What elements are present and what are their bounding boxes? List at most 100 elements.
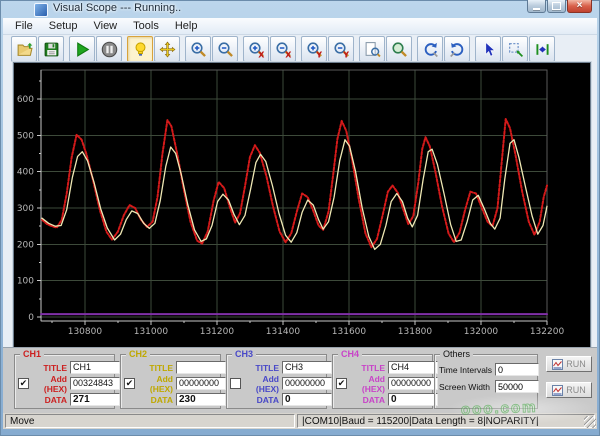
app-icon — [34, 3, 48, 17]
zoom-in-icon — [190, 41, 206, 57]
others-group-title: Others — [440, 349, 474, 359]
status-message: Move — [5, 414, 295, 428]
pause-icon — [101, 41, 117, 57]
channel-group-ch2: CH2 TITLE ✔ Add (HEX) 00000000 DATA 230 — [120, 349, 226, 409]
ch3-group-title: CH3 — [232, 349, 257, 359]
ch2-add-field[interactable]: 00000000 — [176, 377, 226, 390]
svg-text:100: 100 — [17, 277, 34, 287]
ch1-title-field[interactable]: CH1 — [70, 361, 120, 374]
resize-grip[interactable] — [584, 416, 596, 428]
play-icon — [76, 41, 89, 57]
ch3-data-field[interactable]: 0 — [282, 393, 332, 406]
svg-text:132000: 132000 — [464, 327, 499, 337]
run-buttons: RUN RUN — [546, 356, 594, 408]
menu-item-file[interactable]: File — [7, 19, 41, 33]
time-intervals-field[interactable] — [495, 363, 539, 376]
zoom-redo-icon — [449, 42, 463, 57]
zoom-in-button[interactable] — [185, 36, 211, 62]
close-button[interactable]: × — [567, 0, 592, 13]
ch4-add-checkbox[interactable]: ✔ — [336, 378, 347, 389]
channel-group-ch1: CH1 TITLE CH1 ✔ Add (HEX) 00324843 DATA 271 — [14, 349, 120, 409]
maximize-button[interactable] — [547, 0, 566, 13]
zoom-y-in-button[interactable]: Y — [301, 36, 327, 62]
zoom-redo-button[interactable] — [444, 36, 470, 62]
ch3-add-checkbox[interactable] — [230, 378, 241, 389]
ch1-data-field[interactable]: 271 — [70, 393, 120, 406]
ch3-title-field[interactable]: CH3 — [282, 361, 332, 374]
save-button[interactable] — [38, 36, 64, 62]
ch4-data-field[interactable]: 0 — [388, 393, 438, 406]
ch1-add-checkbox[interactable]: ✔ — [18, 378, 29, 389]
ch1-add-label: Add (HEX) — [43, 373, 67, 394]
maximize-icon — [552, 2, 561, 10]
run-icon — [552, 384, 564, 396]
select-region-button[interactable] — [502, 36, 528, 62]
channel-group-ch3: CH3 TITLE CH3 Add (HEX) 00000000 DATA 0 — [226, 349, 332, 409]
zoom-x-out-button[interactable]: X — [270, 36, 296, 62]
zoom-window-button[interactable] — [386, 36, 412, 62]
menu-item-view[interactable]: View — [85, 19, 125, 33]
ch2-title-field[interactable] — [176, 361, 226, 374]
titlebar[interactable]: Visual Scope --- Running.. × — [0, 0, 600, 18]
pointer-button[interactable] — [475, 36, 501, 62]
ch4-add-field[interactable]: 00000000 — [388, 377, 438, 390]
cursors-button[interactable] — [529, 36, 555, 62]
client-area: File Setup View Tools Help X X Y Y 130800 131000… — [3, 18, 597, 429]
svg-text:400: 400 — [17, 168, 34, 178]
channel-panels: CH1 TITLE CH1 ✔ Add (HEX) 00324843 DATA 271 CH2 T… — [3, 347, 597, 414]
close-icon: × — [576, 0, 583, 11]
ch3-data-label: DATA — [256, 394, 279, 405]
ch2-group-title: CH2 — [126, 349, 151, 359]
ch4-group-title: CH4 — [338, 349, 363, 359]
ch2-data-field[interactable]: 230 — [176, 393, 226, 406]
statusbar: Move |COM10|Baud = 115200|Data Length = … — [3, 413, 597, 429]
zoom-out-button[interactable] — [212, 36, 238, 62]
pause-button[interactable] — [96, 36, 122, 62]
ch2-add-checkbox[interactable]: ✔ — [124, 378, 135, 389]
menubar: File Setup View Tools Help — [3, 18, 597, 35]
svg-text:130800: 130800 — [68, 327, 103, 337]
svg-text:200: 200 — [17, 240, 34, 250]
run-button-1[interactable]: RUN — [546, 356, 592, 372]
cursors-icon — [535, 43, 549, 55]
menu-item-help[interactable]: Help — [167, 19, 206, 33]
visual-scope-window: Visual Scope --- Running.. × File Setup Vi… — [0, 0, 600, 436]
ch3-add-field[interactable]: 00000000 — [282, 377, 332, 390]
scope-plot[interactable]: 130800 131000 131200 131400 131600 131800 1320… — [14, 63, 590, 347]
move-button[interactable] — [154, 36, 180, 62]
scope-plot-svg: 130800 131000 131200 131400 131600 131800 1320… — [14, 63, 590, 347]
light-button[interactable] — [127, 36, 153, 62]
open-button[interactable] — [11, 36, 37, 62]
svg-text:600: 600 — [17, 95, 34, 105]
run-icon — [552, 358, 564, 370]
ch4-title-field[interactable]: CH4 — [388, 361, 438, 374]
ch4-data-label: DATA — [362, 394, 385, 405]
zoom-fit-icon — [365, 41, 381, 57]
menu-item-setup[interactable]: Setup — [41, 19, 86, 33]
menu-item-tools[interactable]: Tools — [125, 19, 167, 33]
ch2-data-label: DATA — [150, 394, 173, 405]
status-com-settings: |COM10|Baud = 115200|Data Length = 8|NOP… — [297, 414, 595, 428]
channel-group-ch4: CH4 TITLE CH4 ✔ Add (HEX) 00000000 DATA 0 — [332, 349, 438, 409]
svg-text:131000: 131000 — [134, 327, 169, 337]
ch3-add-label: Add (HEX) — [255, 373, 279, 394]
svg-text:131600: 131600 — [332, 327, 367, 337]
svg-text:X: X — [258, 50, 264, 58]
ch4-title-label: TITLE — [361, 362, 385, 373]
screen-width-label: Screen Width — [439, 381, 491, 392]
zoom-x-in-button[interactable]: X — [243, 36, 269, 62]
ch1-group-title: CH1 — [20, 349, 45, 359]
minimize-button[interactable] — [527, 0, 546, 13]
open-icon — [16, 42, 33, 56]
zoom-y-in-icon: Y — [306, 41, 322, 58]
zoom-y-out-button[interactable]: Y — [328, 36, 354, 62]
svg-text:300: 300 — [17, 204, 34, 214]
zoom-y-out-icon: Y — [333, 41, 349, 58]
zoom-fit-button[interactable] — [359, 36, 385, 62]
play-button[interactable] — [69, 36, 95, 62]
save-icon — [44, 42, 58, 56]
run-button-2[interactable]: RUN — [546, 382, 592, 398]
ch1-add-field[interactable]: 00324843 — [70, 377, 120, 390]
screen-width-field[interactable] — [495, 380, 539, 393]
zoom-undo-button[interactable] — [417, 36, 443, 62]
